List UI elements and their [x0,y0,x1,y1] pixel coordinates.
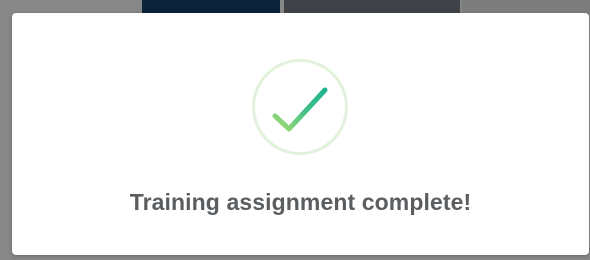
completion-message: Training assignment complete! [129,189,472,215]
success-ring [252,59,348,155]
completion-dialog: Training assignment complete! [12,13,589,255]
checkmark-stroke [272,87,328,132]
success-check-icon [251,58,349,156]
